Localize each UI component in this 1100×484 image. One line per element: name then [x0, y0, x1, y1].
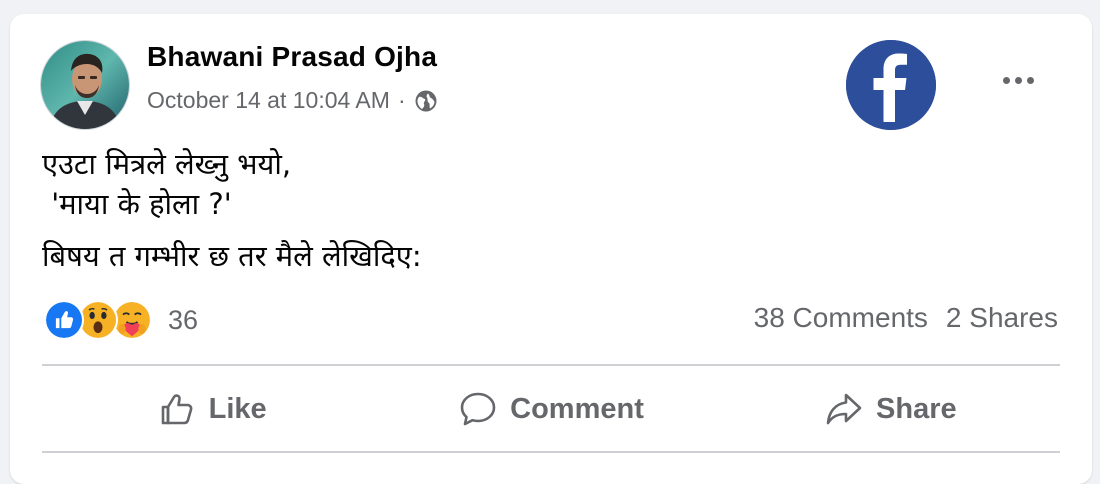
like-button[interactable]: Like: [42, 368, 381, 450]
avatar-image: [41, 41, 129, 129]
post-card: Bhawani Prasad Ojha October 14 at 10:04 …: [10, 14, 1092, 484]
comment-button-label: Comment: [510, 392, 644, 425]
more-dot-icon: [1014, 76, 1022, 84]
action-bar: Like Comment Share: [42, 368, 1060, 450]
share-button[interactable]: Share: [721, 368, 1060, 450]
post-text-line: एउटा मित्रले लेख्नु भयो,: [42, 147, 292, 181]
author-name[interactable]: Bhawani Prasad Ojha: [147, 41, 437, 73]
facebook-logo: [846, 40, 936, 130]
divider: [42, 451, 1060, 453]
care-reaction-icon: [112, 300, 152, 340]
post-text: एउटा मित्रले लेख्नु भयो, 'माया के होला ?…: [42, 144, 1062, 280]
like-button-label: Like: [208, 392, 267, 425]
like-reaction-icon: [44, 300, 84, 340]
comment-icon: [460, 392, 496, 426]
wow-reaction-icon: [78, 300, 118, 340]
engagement-stats: 38 Comments 2 Shares: [754, 302, 1058, 334]
comments-count-link[interactable]: 38 Comments: [754, 302, 928, 334]
globe-icon[interactable]: [414, 89, 438, 113]
reaction-count: 36: [168, 304, 199, 335]
share-button-label: Share: [876, 392, 957, 425]
author-avatar[interactable]: [40, 40, 130, 130]
post-text-line: 'माया के होला ?': [42, 187, 232, 221]
reactions-summary[interactable]: 36: [44, 300, 198, 340]
divider: [42, 364, 1060, 366]
more-options-button[interactable]: [990, 62, 1046, 98]
like-icon: [161, 394, 193, 425]
comment-button[interactable]: Comment: [381, 368, 720, 450]
post-meta: October 14 at 10:04 AM ·: [147, 87, 438, 114]
shares-count-link[interactable]: 2 Shares: [946, 302, 1058, 334]
post-text-line: बिषय त गम्भीर छ तर मैले लेखिदिए:: [42, 239, 422, 273]
share-icon: [826, 393, 862, 425]
post-timestamp[interactable]: October 14 at 10:04 AM: [147, 87, 390, 114]
more-dot-icon: [1026, 76, 1034, 84]
more-dot-icon: [1002, 76, 1010, 84]
meta-separator: ·: [397, 87, 406, 113]
